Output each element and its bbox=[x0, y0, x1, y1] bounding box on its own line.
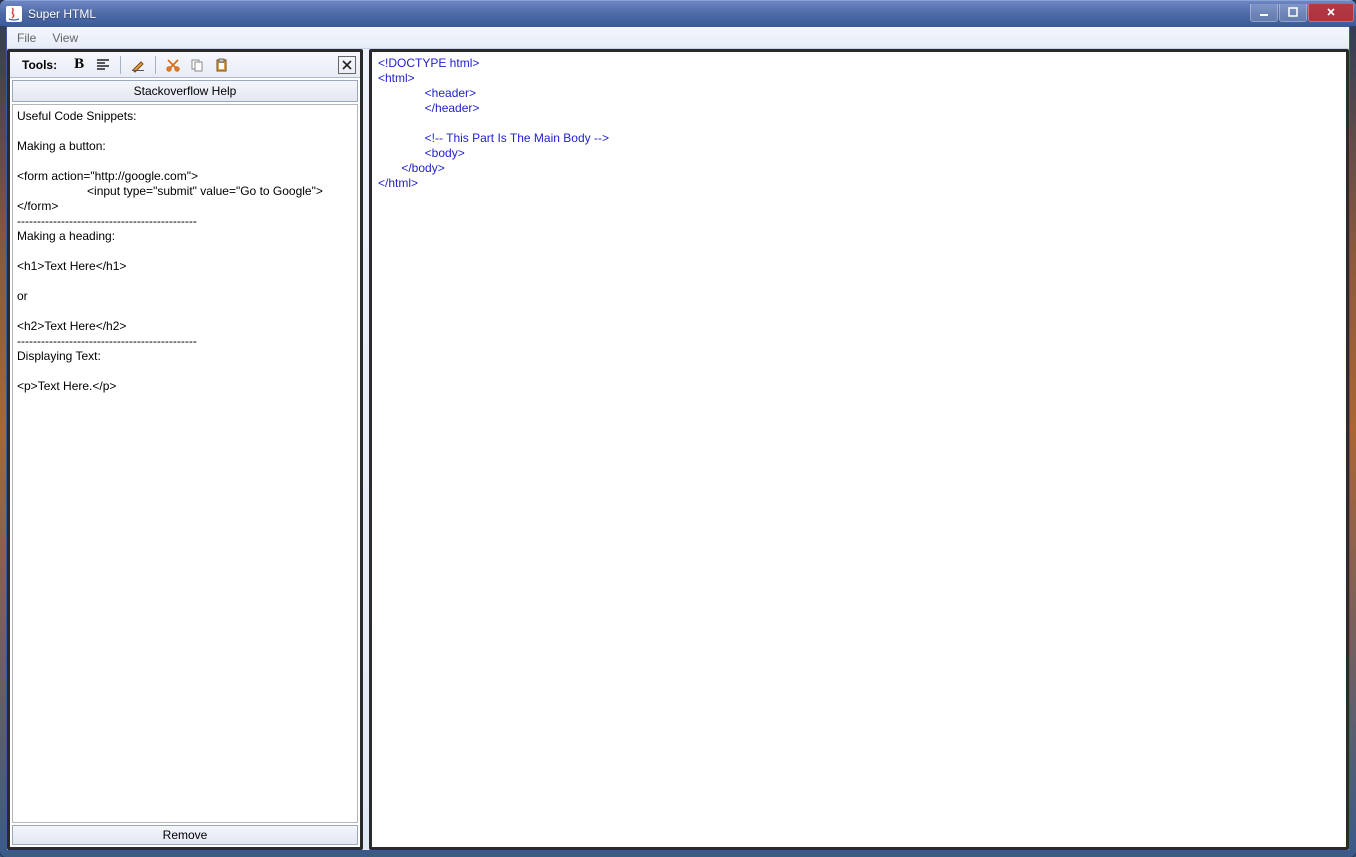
code-editor[interactable]: <!DOCTYPE html> <html> <header> </header… bbox=[369, 49, 1349, 850]
close-icon bbox=[341, 59, 353, 71]
toolbar-separator bbox=[120, 56, 121, 74]
copy-icon bbox=[189, 57, 205, 73]
toolbar-separator bbox=[155, 56, 156, 74]
window-controls bbox=[1250, 4, 1356, 24]
draw-button[interactable] bbox=[128, 55, 148, 75]
close-button[interactable] bbox=[1308, 4, 1354, 22]
align-icon bbox=[95, 57, 111, 73]
menu-view[interactable]: View bbox=[44, 29, 86, 47]
titlebar[interactable]: Super HTML bbox=[0, 0, 1356, 26]
copy-button[interactable] bbox=[187, 55, 207, 75]
java-icon bbox=[6, 6, 22, 22]
paste-button[interactable] bbox=[211, 55, 231, 75]
clipboard-icon bbox=[213, 57, 229, 73]
align-button[interactable] bbox=[93, 55, 113, 75]
pencil-icon bbox=[130, 57, 146, 73]
app-window: Super HTML File View Tools: B bbox=[0, 0, 1356, 857]
window-title: Super HTML bbox=[28, 7, 96, 21]
snippets-textarea[interactable]: Useful Code Snippets: Making a button: <… bbox=[12, 104, 358, 823]
bold-button[interactable]: B bbox=[69, 55, 89, 75]
panel-close-button[interactable] bbox=[338, 56, 356, 74]
left-panel: Tools: B bbox=[7, 49, 363, 850]
client-area: File View Tools: B bbox=[6, 26, 1350, 851]
menubar: File View bbox=[7, 27, 1349, 49]
bold-icon: B bbox=[74, 56, 84, 73]
remove-button[interactable]: Remove bbox=[12, 825, 358, 845]
stackoverflow-help-button[interactable]: Stackoverflow Help bbox=[12, 80, 358, 102]
tools-label: Tools: bbox=[14, 58, 65, 72]
content-split: Tools: B bbox=[7, 49, 1349, 850]
menu-file[interactable]: File bbox=[9, 29, 44, 47]
tools-toolbar: Tools: B bbox=[10, 52, 360, 78]
maximize-button[interactable] bbox=[1279, 4, 1307, 22]
minimize-button[interactable] bbox=[1250, 4, 1278, 22]
scissors-icon bbox=[165, 57, 181, 73]
cut-button[interactable] bbox=[163, 55, 183, 75]
